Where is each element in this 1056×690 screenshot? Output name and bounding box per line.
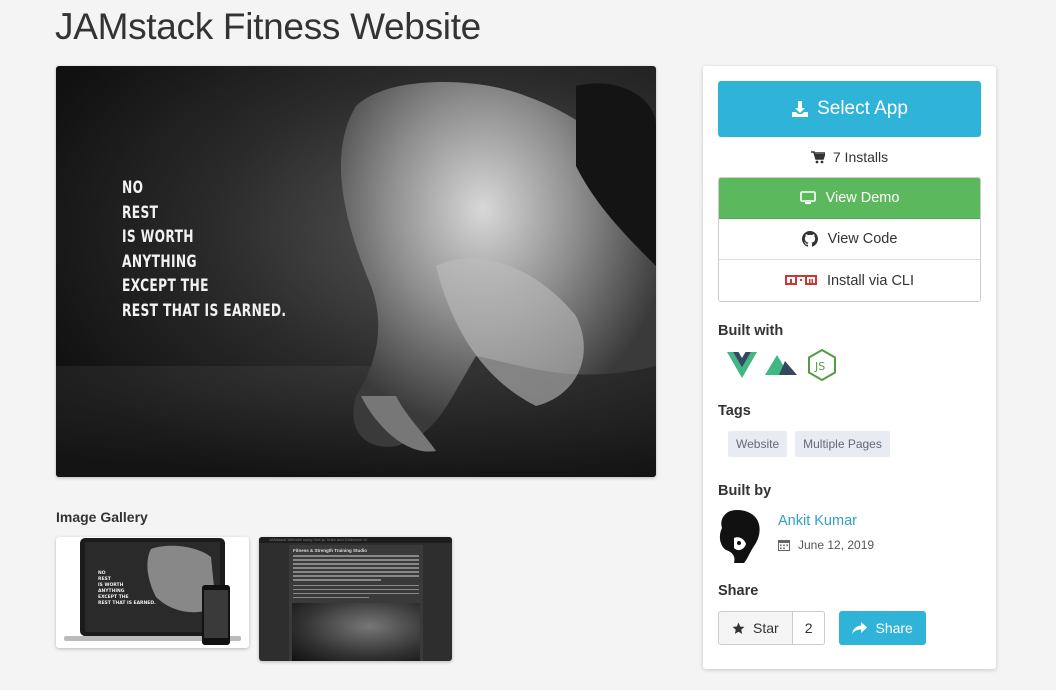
page-title: JAMstack Fitness Website [55, 6, 481, 47]
nodejs-icon[interactable]: JS [807, 349, 837, 381]
avatar[interactable] [718, 508, 762, 564]
built-by-label: Built by [718, 483, 772, 499]
select-app-button[interactable]: Select App [718, 81, 981, 137]
installs-count: 7 Installs [718, 149, 981, 165]
tag-list: Website Multiple Pages [728, 431, 890, 457]
star-count: 2 [792, 611, 826, 645]
action-list: View Demo View Code Install via CLI [718, 177, 981, 302]
built-with-label: Built with [718, 323, 784, 339]
star-icon [732, 622, 745, 634]
download-icon [792, 101, 809, 117]
star-label: Star [753, 620, 779, 636]
share-row: Star 2 Share [718, 611, 926, 645]
installs-label: 7 Installs [832, 149, 889, 165]
app-sidebar-card: Select App 7 Installs View Demo View Cod… [703, 66, 996, 669]
hero-quote: NO REST IS WORTH ANYTHING EXCEPT THE RES… [122, 178, 287, 321]
cart-icon [810, 150, 825, 163]
publish-date: June 12, 2019 [778, 538, 874, 552]
view-code-button[interactable]: View Code [719, 219, 980, 260]
view-demo-button[interactable]: View Demo [719, 178, 980, 219]
thumbnail-photo [292, 603, 420, 661]
svg-text:ANYTHING: ANYTHING [98, 588, 125, 594]
gallery-thumbnail-1[interactable]: NO REST IS WORTH ANYTHING EXCEPT THE REST TH… [56, 537, 249, 648]
svg-text:JS: JS [814, 360, 825, 373]
thumbnail-header-text: JAMstack Website using Vue.js, Vuex and … [269, 537, 368, 542]
thumbnail-text-lines [293, 555, 419, 601]
select-app-label: Select App [817, 98, 908, 119]
devices-mockup-image: NORESTIS WORTH ANYTHINGEXCEPT THEREST TH… [64, 538, 241, 645]
npm-icon [784, 274, 817, 285]
nuxt-icon[interactable] [765, 353, 799, 377]
install-cli-label: Install via CLI [826, 272, 915, 289]
star-group: Star 2 [718, 611, 826, 645]
monitor-icon [799, 191, 816, 204]
tag-website[interactable]: Website [728, 431, 788, 457]
star-button[interactable]: Star [718, 611, 793, 645]
share-label: Share [718, 583, 759, 599]
svg-text:IS WORTH: IS WORTH [98, 582, 124, 588]
svg-text:REST: REST [98, 576, 112, 582]
share-arrow-icon [852, 621, 868, 634]
view-demo-label: View Demo [825, 190, 900, 206]
svg-text:REST THAT IS EARNED.: REST THAT IS EARNED. [98, 600, 156, 606]
thumbnail-title: Fitness & Strength Training Studio [293, 548, 368, 553]
publish-date-text: June 12, 2019 [798, 538, 875, 552]
install-cli-button[interactable]: Install via CLI [719, 260, 980, 301]
vue-icon[interactable] [727, 352, 757, 378]
share-button-label: Share [875, 620, 913, 636]
tags-label: Tags [718, 403, 751, 419]
author-name-link[interactable]: Ankit Kumar [778, 513, 857, 529]
gallery-label: Image Gallery [56, 509, 148, 525]
built-with-icons: JS [727, 349, 837, 381]
author-block: Ankit Kumar June 12, 2019 [718, 508, 981, 568]
share-button[interactable]: Share [839, 611, 926, 645]
calendar-icon [778, 540, 790, 551]
gallery-thumbnail-2[interactable]: JAMstack Website using Vue.js, Vuex and … [259, 537, 452, 661]
svg-text:EXCEPT THE: EXCEPT THE [98, 594, 129, 600]
tag-multiple-pages[interactable]: Multiple Pages [795, 431, 890, 457]
view-code-label: View Code [827, 231, 898, 247]
hero-image: NO REST IS WORTH ANYTHING EXCEPT THE RES… [56, 66, 656, 477]
svg-text:NO: NO [98, 570, 106, 576]
github-icon [801, 231, 818, 247]
